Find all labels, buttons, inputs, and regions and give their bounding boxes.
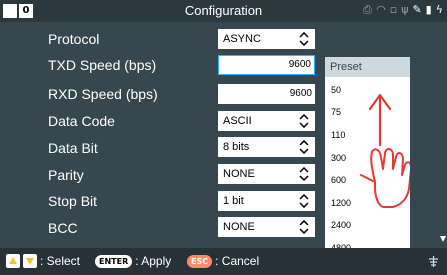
battery-icon: ▮	[425, 3, 432, 16]
txd-speed-input[interactable]: 9600	[218, 55, 315, 75]
cancel-hint: ESC : Cancel	[187, 254, 259, 268]
select-label: : Select	[40, 254, 81, 268]
bcc-select[interactable]: NONE	[218, 217, 315, 237]
updown-chevron-icon	[299, 194, 309, 208]
status-bar: 0 Configuration ⎙ ◠ ▫ ψ ✎ ▮ ϟ	[0, 0, 447, 22]
updown-chevron-icon	[299, 140, 309, 154]
updown-chevron-icon	[299, 220, 309, 234]
stop-bit-value: 1 bit	[223, 195, 244, 207]
keyboard-icon[interactable]	[428, 256, 439, 267]
stop-bit-label: Stop Bit	[48, 193, 98, 209]
preset-dropdown[interactable]: Preset 50 75 110 300 600 1200 2400 4800	[325, 57, 410, 248]
esc-key-badge: ESC	[187, 254, 213, 268]
updown-chevron-icon	[299, 114, 309, 128]
protocol-label: Protocol	[48, 31, 100, 47]
parity-value: NONE	[223, 168, 255, 180]
network-icon: ▫	[389, 3, 398, 16]
rxd-speed-input[interactable]: 9600	[218, 84, 315, 104]
updown-chevron-icon	[299, 167, 309, 181]
rxd-speed-label: RXD Speed (bps)	[48, 86, 158, 102]
preset-option[interactable]: 110	[331, 130, 345, 140]
status-icons: ⎙ ◠ ▫ ψ ✎ ▮ ϟ	[363, 4, 443, 16]
printer-icon: ⎙	[363, 3, 373, 16]
usb-icon: ψ	[401, 3, 409, 16]
enter-key-badge: ENTER	[95, 254, 133, 268]
stop-bit-select[interactable]: 1 bit	[218, 191, 315, 211]
data-bit-value: 8 bits	[223, 141, 250, 153]
cancel-label: : Cancel	[215, 254, 260, 268]
wrench-icon: ✎	[412, 3, 422, 16]
apply-label: : Apply	[135, 254, 172, 268]
bcc-value: NONE	[223, 221, 255, 233]
power-plug-icon: ϟ	[435, 3, 443, 16]
apply-hint: ENTER : Apply	[95, 254, 171, 268]
preset-option[interactable]: 50	[331, 85, 341, 95]
data-code-select[interactable]: ASCII	[218, 111, 315, 131]
scroll-down-arrow-icon[interactable]	[440, 236, 446, 242]
txd-speed-label: TXD Speed (bps)	[48, 57, 157, 73]
select-hint: : Select	[6, 254, 80, 268]
protocol-value: ASYNC	[223, 33, 261, 45]
preset-option[interactable]: 2400	[331, 220, 351, 230]
parity-select[interactable]: NONE	[218, 164, 315, 184]
up-arrow-key-icon	[6, 254, 20, 268]
preset-header: Preset	[325, 57, 410, 77]
parity-label: Parity	[48, 167, 84, 183]
protocol-select[interactable]: ASYNC	[218, 29, 315, 49]
bottom-bar: : Select ENTER : Apply ESC : Cancel	[0, 248, 447, 275]
preset-option[interactable]: 300	[331, 153, 346, 163]
data-code-label: Data Code	[48, 113, 115, 129]
preset-option[interactable]: 1200	[331, 198, 351, 208]
preset-option[interactable]: 600	[331, 175, 346, 185]
updown-chevron-icon	[299, 32, 309, 46]
bcc-label: BCC	[48, 220, 78, 236]
data-bit-select[interactable]: 8 bits	[218, 137, 315, 157]
data-bit-label: Data Bit	[48, 140, 98, 156]
down-arrow-key-icon	[23, 254, 37, 268]
preset-option[interactable]: 75	[331, 107, 341, 117]
wifi-icon: ◠	[376, 3, 386, 16]
data-code-value: ASCII	[223, 115, 252, 127]
